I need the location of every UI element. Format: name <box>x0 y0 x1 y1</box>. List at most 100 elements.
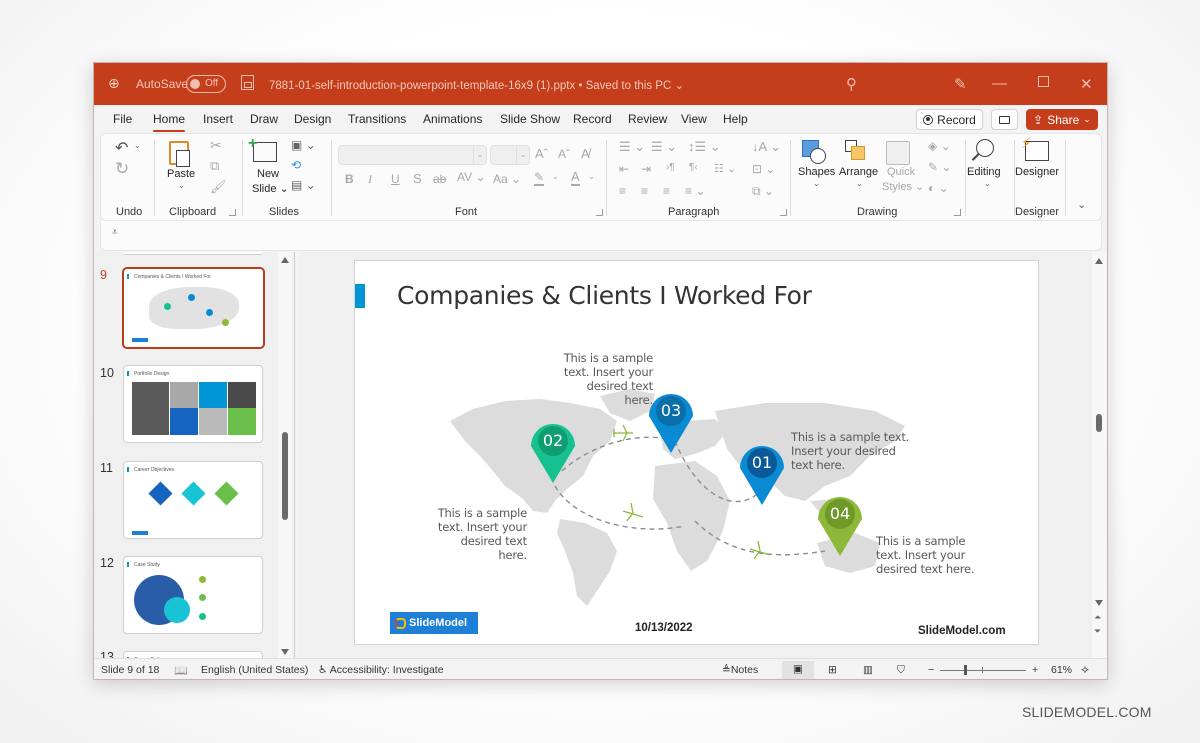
tab-record[interactable]: Record <box>573 112 612 126</box>
new-slide-label[interactable]: New <box>257 168 279 180</box>
reset-icon[interactable]: ⟲ <box>291 158 301 172</box>
scrollbar-thumb[interactable] <box>282 432 288 520</box>
shadow-button[interactable]: S <box>413 171 422 186</box>
thumbnail-slide-11[interactable]: Career Objectives <box>123 461 263 539</box>
increase-indent-icon[interactable]: ⇥ <box>641 162 651 176</box>
thumbnail-slide-10[interactable]: Portfolio Design <box>123 365 263 443</box>
scroll-down-icon[interactable] <box>281 649 289 655</box>
tab-draw[interactable]: Draw <box>250 112 278 126</box>
layout-icon[interactable]: ▣ ⌄ <box>291 138 316 152</box>
font-launcher-icon[interactable] <box>596 209 603 216</box>
character-spacing-button[interactable]: AV ⌄ <box>457 170 486 184</box>
decrease-indent-icon[interactable]: ⇤ <box>619 162 629 176</box>
chevron-down-icon[interactable]: ⌄ <box>813 179 820 188</box>
thumbnail-scrollbar[interactable] <box>278 252 292 658</box>
align-text-icon[interactable]: ⊡ ⌄ <box>752 162 775 176</box>
strikethrough-button[interactable]: ab <box>433 172 446 186</box>
comments-button[interactable] <box>991 109 1018 130</box>
editor-scrollbar[interactable]: ⏶ ⏷ <box>1092 252 1106 658</box>
paragraph-launcher-icon[interactable] <box>780 209 787 216</box>
line-spacing-icon[interactable]: ↕☰ ⌄ <box>688 139 721 155</box>
tab-view[interactable]: View <box>681 112 707 126</box>
thumbnail-slide-12[interactable]: Case Study <box>123 556 263 634</box>
format-painter-icon[interactable]: 🖌 <box>210 179 227 195</box>
tab-file[interactable]: File <box>113 112 132 126</box>
rtl-icon[interactable]: ¶‹ <box>689 162 698 173</box>
scroll-down-icon[interactable] <box>1095 600 1103 606</box>
bold-button[interactable]: B <box>345 172 354 186</box>
notes-button[interactable]: ≜Notes <box>722 664 758 676</box>
accessibility-status[interactable]: ♿ Accessibility: Investigate <box>318 664 444 676</box>
increase-font-icon[interactable]: Aˆ <box>535 146 548 161</box>
minimize-icon[interactable]: — <box>992 75 1007 92</box>
pin-03-text[interactable]: This is a sample text. Insert your desired… <box>558 351 654 407</box>
thumbnail-slide-13[interactable]: Career Path <box>123 651 263 658</box>
zoom-in-button[interactable]: + <box>1032 664 1038 676</box>
language-status[interactable]: English (United States) <box>201 664 308 676</box>
current-slide[interactable]: Companies & Clients I Worked For 02 03 0… <box>354 260 1039 645</box>
document-title[interactable]: 7881-01-self-introduction-powerpoint-tem… <box>269 78 684 92</box>
drawing-launcher-icon[interactable] <box>954 209 961 216</box>
slide-sorter-button[interactable]: ⊞ <box>828 664 837 676</box>
shapes-button[interactable]: Shapes <box>798 166 835 178</box>
designer-icon[interactable]: ⚡ <box>1021 135 1049 161</box>
underline-button[interactable]: U <box>391 172 400 186</box>
italic-button[interactable]: I <box>368 172 372 187</box>
normal-view-button[interactable]: ▣ <box>782 661 814 679</box>
columns-icon[interactable]: ☷ ⌄ <box>714 162 736 175</box>
copy-icon[interactable]: ⧉ <box>210 158 219 174</box>
slideshow-button[interactable]: ⛉ <box>897 664 905 677</box>
section-icon[interactable]: ▤ ⌄ <box>291 178 316 192</box>
zoom-percent[interactable]: 61% <box>1051 664 1072 676</box>
chevron-down-icon[interactable]: ⌄ <box>178 181 185 190</box>
font-size-combobox[interactable]: ⌄ <box>490 145 530 165</box>
align-left-icon[interactable]: ≡ <box>619 184 626 198</box>
thumbnail-slide-9[interactable]: Companies & Clients I Worked For <box>122 267 265 349</box>
chevron-down-icon[interactable]: ⌄ <box>588 172 595 181</box>
paste-button[interactable]: Paste <box>167 168 195 180</box>
pane-divider[interactable] <box>294 252 295 658</box>
reading-view-button[interactable]: ▥ <box>863 664 873 676</box>
new-slide-icon[interactable]: + <box>248 135 277 162</box>
align-right-icon[interactable]: ≡ <box>663 184 670 198</box>
text-direction-icon[interactable]: ↓A ⌄ <box>752 139 781 155</box>
align-center-icon[interactable]: ≡ <box>641 184 648 198</box>
clipboard-launcher-icon[interactable] <box>229 209 236 216</box>
search-icon[interactable]: ⚲ <box>846 75 857 93</box>
zoom-slider[interactable] <box>940 665 1026 675</box>
shape-fill-icon[interactable]: ◈ ⌄ <box>928 139 951 153</box>
tab-animations[interactable]: Animations <box>423 112 482 126</box>
pin-04-text[interactable]: This is a sample text. Insert your desired… <box>876 534 975 576</box>
tab-transitions[interactable]: Transitions <box>348 112 406 126</box>
shapes-icon[interactable] <box>802 140 826 164</box>
highlight-icon[interactable]: ✎ <box>534 170 545 186</box>
share-button[interactable]: ⇪ Share ⌄ <box>1026 109 1098 130</box>
font-name-combobox[interactable]: ⌄ <box>338 145 487 165</box>
pin-01-text[interactable]: This is a sample text. Insert your desire… <box>791 430 909 472</box>
tab-insert[interactable]: Insert <box>203 112 233 126</box>
scrollbar-thumb[interactable] <box>1096 414 1102 432</box>
designer-button[interactable]: Designer <box>1015 166 1059 178</box>
slide-date[interactable]: 10/13/2022 <box>635 622 693 634</box>
cut-icon[interactable]: ✂ <box>210 137 222 154</box>
scroll-up-icon[interactable] <box>1095 258 1103 264</box>
zoom-out-button[interactable]: − <box>928 664 934 676</box>
tab-help[interactable]: Help <box>723 112 748 126</box>
arrange-button[interactable]: Arrange <box>839 166 878 178</box>
numbering-icon[interactable]: ☰ ⌄ <box>651 139 677 155</box>
next-slide-icon[interactable]: ⏷ <box>1094 626 1101 637</box>
undo-icon[interactable]: ↶ <box>115 138 128 158</box>
change-case-button[interactable]: Aa ⌄ <box>493 172 521 186</box>
maximize-icon[interactable] <box>1038 76 1049 87</box>
font-color-icon[interactable]: A <box>571 169 580 186</box>
record-button[interactable]: Record <box>916 109 983 130</box>
arrange-icon[interactable] <box>845 140 865 160</box>
new-slide-label-2[interactable]: Slide ⌄ <box>252 182 289 195</box>
shape-outline-icon[interactable]: ✎ ⌄ <box>928 160 951 174</box>
decrease-font-icon[interactable]: Aˇ <box>558 147 570 161</box>
bullets-icon[interactable]: ☰ ⌄ <box>619 139 645 155</box>
editing-button[interactable]: Editing <box>967 166 1001 178</box>
justify-icon[interactable]: ≡ ⌄ <box>685 184 705 198</box>
redo-icon[interactable]: ↻ <box>115 159 129 179</box>
chevron-down-icon[interactable]: ⌄ <box>134 141 141 150</box>
